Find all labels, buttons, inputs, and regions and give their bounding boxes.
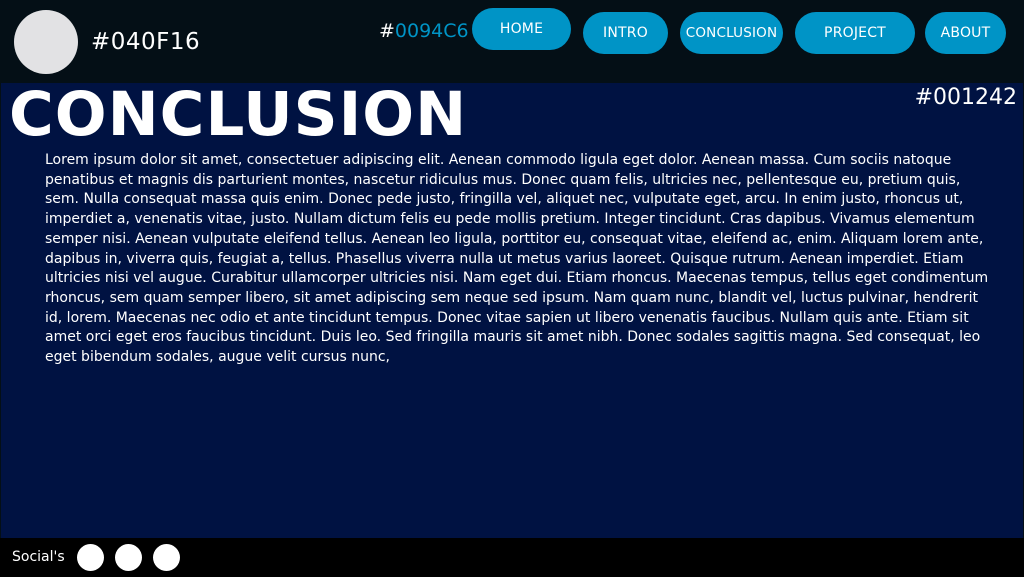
header-color-code: #040F16 (91, 29, 201, 55)
nav-intro-button[interactable]: INTRO (583, 12, 668, 54)
logo-placeholder[interactable] (14, 10, 78, 74)
accent-color-code: #0094C6 (379, 20, 469, 42)
accent-hash: # (379, 20, 395, 42)
footer: Social's (0, 538, 1024, 577)
social-link-1-icon[interactable] (77, 544, 104, 571)
body-paragraph: Lorem ipsum dolor sit amet, consectetuer… (45, 152, 989, 366)
nav-about-button[interactable]: ABOUT (925, 12, 1006, 54)
page-title: CONCLUSION (9, 79, 468, 150)
social-link-2-icon[interactable] (115, 544, 142, 571)
nav-home-button[interactable]: HOME (472, 8, 571, 50)
nav-conclusion-button[interactable]: CONCLUSION (680, 12, 783, 54)
header: #040F16 #0094C6 HOME INTRO CONCLUSION PR… (0, 0, 1024, 83)
page-frame: #040F16 #0094C6 HOME INTRO CONCLUSION PR… (0, 0, 1024, 577)
socials-label: Social's (12, 549, 65, 565)
social-link-3-icon[interactable] (153, 544, 180, 571)
nav-project-button[interactable]: PROJECT (795, 12, 915, 54)
accent-value: 0094C6 (394, 20, 469, 42)
main-content: CONCLUSION #001242 Lorem ipsum dolor sit… (1, 79, 1023, 538)
main-color-code: #001242 (914, 85, 1017, 110)
